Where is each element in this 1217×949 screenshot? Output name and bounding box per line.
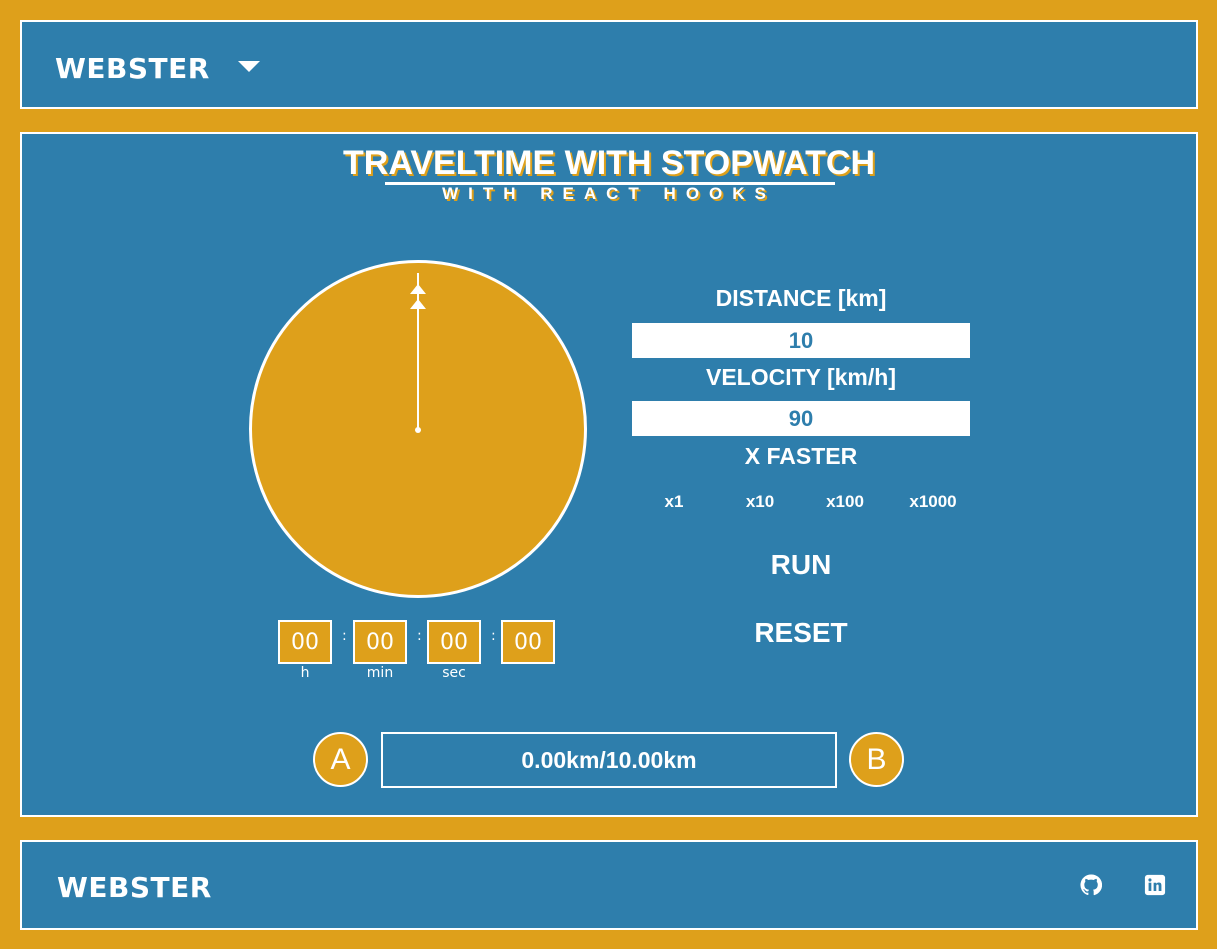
start-point-a: A <box>313 732 368 787</box>
dropdown-caret-icon[interactable] <box>238 61 260 72</box>
time-separator: : <box>491 628 496 644</box>
run-button[interactable]: RUN <box>632 549 970 581</box>
velocity-input[interactable] <box>632 401 970 436</box>
hand-arrow-top <box>410 284 426 294</box>
distance-label: DISTANCE [km] <box>715 285 887 311</box>
unit-hours: h <box>300 665 310 681</box>
hand-arrow-bottom <box>410 299 426 309</box>
multiplier-x100-button[interactable]: x100 <box>810 492 880 512</box>
page-title: TRAVELTIME WITH STOPWATCH <box>343 144 875 182</box>
minutes-display: 00 <box>353 620 407 664</box>
multiplier-x10-button[interactable]: x10 <box>725 492 795 512</box>
end-point-b: B <box>849 732 904 787</box>
multiplier-x1000-button[interactable]: x1000 <box>898 492 968 512</box>
hand-pivot <box>415 427 421 433</box>
stopwatch-hands <box>410 273 426 433</box>
x-faster-label: X FASTER <box>744 443 858 469</box>
route-progress-text: 0.00km/10.00km <box>521 746 697 773</box>
hours-display: 00 <box>278 620 332 664</box>
linkedin-icon[interactable] <box>1144 874 1166 896</box>
distance-input[interactable] <box>632 323 970 358</box>
main-panel: TRAVELTIME WITH STOPWATCH WITH REACT HOO… <box>20 132 1198 817</box>
header-brand[interactable]: WEBSTER <box>55 52 210 85</box>
seconds-display: 00 <box>427 620 481 664</box>
reset-button[interactable]: RESET <box>632 617 970 649</box>
github-icon[interactable] <box>1080 874 1102 896</box>
hundredths-display: 00 <box>501 620 555 664</box>
route-progress-bar: 0.00km/10.00km <box>381 732 837 788</box>
stopwatch-dial <box>249 260 587 598</box>
footer-brand[interactable]: WEBSTER <box>57 871 212 904</box>
unit-seconds: sec <box>442 665 466 681</box>
time-separator: : <box>342 628 347 644</box>
footer-bar: WEBSTER <box>20 840 1198 930</box>
time-separator: : <box>417 628 422 644</box>
unit-minutes: min <box>366 665 394 681</box>
page-subtitle: WITH REACT HOOKS <box>442 184 776 203</box>
velocity-label: VELOCITY [km/h] <box>706 364 896 390</box>
header-bar: WEBSTER <box>20 20 1198 109</box>
multiplier-x1-button[interactable]: x1 <box>639 492 709 512</box>
